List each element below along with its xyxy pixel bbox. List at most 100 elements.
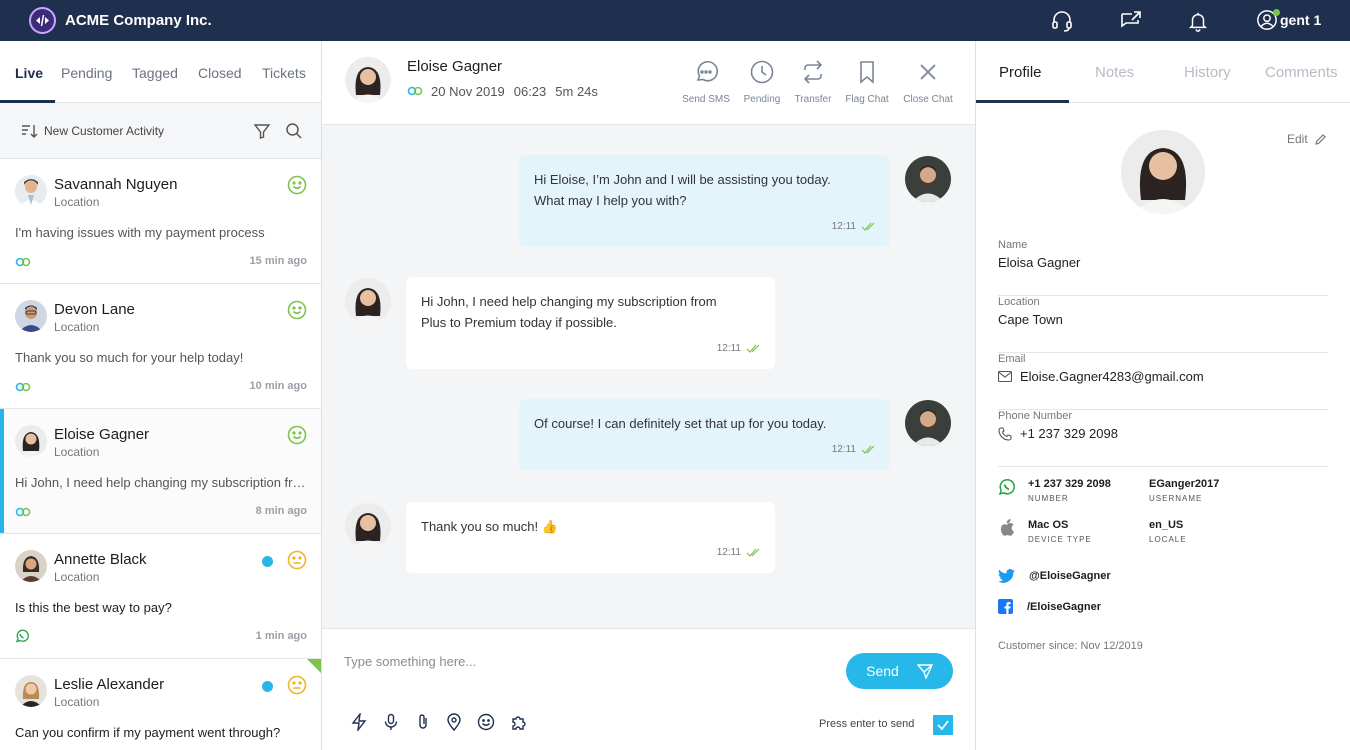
enter-to-send-label: Press enter to send bbox=[819, 718, 915, 730]
phone-value[interactable]: +1 237 329 2098 bbox=[1020, 426, 1118, 441]
tab-tagged[interactable]: Tagged bbox=[132, 65, 178, 81]
tab-live[interactable]: Live bbox=[15, 65, 43, 81]
flag-chat-button[interactable]: Flag Chat bbox=[832, 59, 902, 105]
agent-message-bubble: Hi Eloise, I’m John and I will be assist… bbox=[519, 155, 890, 247]
enter-to-send-checkbox[interactable] bbox=[933, 715, 953, 735]
company-name: ACME Company Inc. bbox=[65, 12, 212, 29]
close-chat-button[interactable]: Close Chat bbox=[893, 59, 963, 105]
location-pin-icon[interactable] bbox=[444, 712, 464, 732]
customer-since: Customer since: Nov 12/2019 bbox=[998, 640, 1143, 652]
message-line: Of course! I can definitely set that up … bbox=[534, 416, 827, 431]
tab-pending[interactable]: Pending bbox=[61, 65, 112, 81]
customer-location: Location bbox=[54, 320, 100, 334]
read-check-icon bbox=[861, 445, 875, 454]
sort-label[interactable]: New Customer Activity bbox=[44, 124, 164, 138]
conversation-item[interactable]: Devon Lane Location Thank you so much fo… bbox=[0, 284, 321, 409]
happy-face-icon bbox=[287, 425, 307, 450]
field-label: Email bbox=[998, 353, 1026, 365]
filter-icon[interactable] bbox=[253, 122, 271, 145]
twitter-handle[interactable]: @EloiseGagner bbox=[998, 569, 1111, 583]
conversation-tabs: Live Pending Tagged Closed Tickets bbox=[0, 41, 321, 103]
search-icon[interactable] bbox=[285, 122, 303, 145]
whatsapp-number: +1 237 329 2098 NUMBER bbox=[1028, 478, 1111, 503]
username-value: EGanger2017 bbox=[1149, 478, 1220, 490]
happy-face-icon bbox=[287, 175, 307, 200]
message-time: 10 min ago bbox=[249, 380, 307, 392]
top-bar: ACME Company Inc. gent 1 bbox=[0, 0, 1350, 41]
twitter-icon bbox=[998, 569, 1015, 583]
locale-label: LOCALE bbox=[1149, 535, 1187, 544]
email-value[interactable]: Eloise.Gagner4283@gmail.com bbox=[1020, 369, 1204, 384]
avatar bbox=[345, 57, 391, 103]
tab-profile[interactable]: Profile bbox=[999, 64, 1042, 81]
profile-tabs: Profile Notes History Comments bbox=[976, 41, 1350, 103]
customer-location: Location bbox=[54, 695, 100, 709]
whatsapp-username: EGanger2017 USERNAME bbox=[1149, 478, 1219, 503]
locale-info: en_US LOCALE bbox=[1149, 519, 1187, 544]
last-message: I'm having issues with my payment proces… bbox=[15, 225, 265, 240]
customer-name: Leslie Alexander bbox=[54, 676, 165, 693]
apple-icon bbox=[1000, 519, 1015, 541]
field-label: Phone Number bbox=[998, 410, 1072, 422]
last-message: Hi John, I need help changing my subscri… bbox=[15, 475, 307, 490]
web-chat-channel-icon bbox=[15, 379, 31, 397]
last-message: Thank you so much for your help today! bbox=[15, 350, 244, 365]
tab-comments[interactable]: Comments bbox=[1265, 64, 1338, 81]
facebook-handle[interactable]: /EloiseGagner bbox=[998, 599, 1101, 614]
web-chat-channel-icon bbox=[407, 84, 423, 99]
avatar bbox=[15, 675, 47, 707]
paperclip-icon[interactable] bbox=[413, 712, 433, 732]
field-label: Name bbox=[998, 239, 1028, 251]
email-field: Email Eloise.Gagner4283@gmail.com bbox=[998, 353, 1328, 410]
message-time: 8 min ago bbox=[255, 505, 307, 517]
conversation-list-panel: Live Pending Tagged Closed Tickets New C… bbox=[0, 41, 322, 750]
conversation-item[interactable]: Annette Black Location Is this the best … bbox=[0, 534, 321, 659]
puzzle-icon[interactable] bbox=[509, 712, 529, 732]
last-message: Can you confirm if my payment went throu… bbox=[15, 725, 281, 740]
message-stamp: 12:11 bbox=[832, 439, 875, 460]
bell-icon[interactable] bbox=[1185, 8, 1211, 34]
customer-name: Annette Black bbox=[54, 551, 147, 568]
last-message: Is this the best way to pay? bbox=[15, 600, 172, 615]
tab-tickets[interactable]: Tickets bbox=[262, 65, 306, 81]
flag-corner-marker bbox=[307, 659, 321, 673]
headset-icon[interactable] bbox=[1049, 8, 1075, 34]
message-line: What may I help you with? bbox=[534, 193, 687, 208]
field-value: +1 237 329 2098 bbox=[998, 426, 1118, 441]
phone-field: Phone Number +1 237 329 2098 bbox=[998, 410, 1328, 467]
neutral-face-icon bbox=[287, 550, 307, 575]
customer-name: Devon Lane bbox=[54, 301, 135, 318]
message-composer: Send Press enter to send bbox=[322, 628, 975, 750]
tab-notes[interactable]: Notes bbox=[1095, 64, 1134, 81]
sort-icon[interactable] bbox=[20, 123, 38, 144]
chat-bubble-icon bbox=[693, 60, 719, 89]
chat-duration: 5m 24s bbox=[555, 84, 598, 99]
tab-closed[interactable]: Closed bbox=[198, 65, 242, 81]
chat-panel: Eloise Gagner 20 Nov 2019 06:23 5m 24s S… bbox=[322, 41, 975, 750]
tab-history[interactable]: History bbox=[1184, 64, 1231, 81]
emoji-icon[interactable] bbox=[476, 712, 496, 732]
message-stamp: 12:11 bbox=[717, 542, 760, 563]
edit-profile-button[interactable]: Edit bbox=[1287, 132, 1327, 146]
company-logo-icon bbox=[29, 7, 56, 34]
customer-name: Savannah Nguyen bbox=[54, 176, 178, 193]
conversation-item[interactable]: Savannah Nguyen Location I'm having issu… bbox=[0, 159, 321, 284]
message-line: Thank you so much! 👍 bbox=[421, 519, 558, 534]
microphone-icon[interactable] bbox=[381, 712, 401, 732]
send-button[interactable]: Send bbox=[846, 653, 953, 689]
share-chat-icon[interactable] bbox=[1118, 8, 1144, 34]
checkmark-icon bbox=[937, 720, 949, 731]
location-value: Cape Town bbox=[998, 312, 1063, 327]
read-check-icon bbox=[861, 222, 875, 231]
conversation-item-selected[interactable]: Eloise Gagner Location Hi John, I need h… bbox=[0, 409, 321, 534]
send-label: Send bbox=[866, 663, 899, 679]
message-time: 15 min ago bbox=[249, 255, 307, 267]
conversation-item[interactable]: Leslie Alexander Location Can you confir… bbox=[0, 659, 321, 750]
message-input[interactable] bbox=[344, 649, 824, 673]
agent-menu[interactable]: gent 1 bbox=[1256, 9, 1321, 31]
profile-avatar bbox=[1121, 130, 1205, 214]
message-time: 12:11 bbox=[831, 444, 856, 455]
facebook-handle-value: /EloiseGagner bbox=[1027, 600, 1101, 613]
lightning-icon[interactable] bbox=[349, 712, 369, 732]
web-chat-channel-icon bbox=[15, 254, 31, 272]
